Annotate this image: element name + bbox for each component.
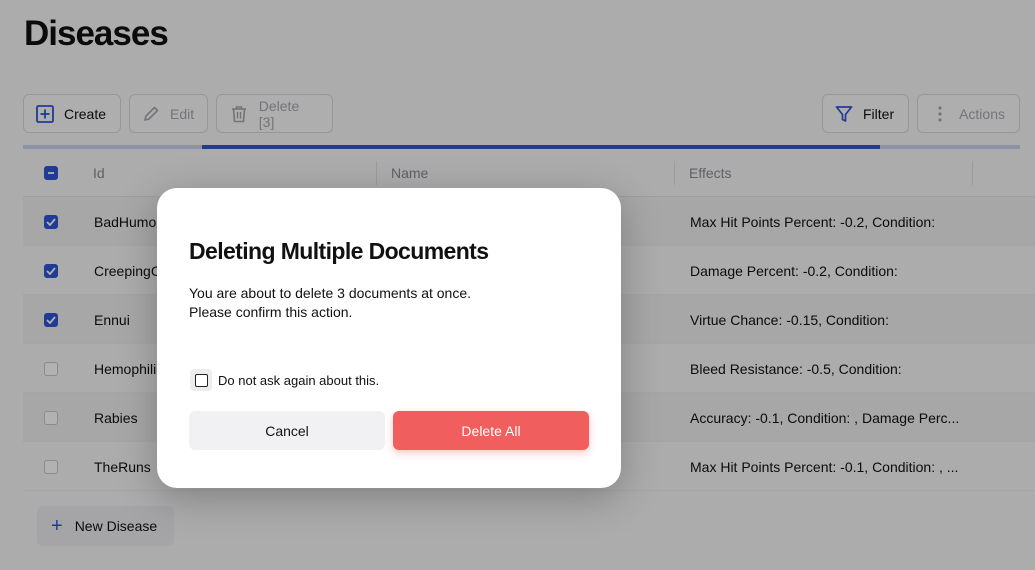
dialog-message: You are about to delete 3 documents at o… bbox=[189, 284, 471, 322]
delete-confirm-dialog: Deleting Multiple Documents You are abou… bbox=[157, 188, 621, 488]
checkbox-box bbox=[190, 369, 212, 391]
dialog-title: Deleting Multiple Documents bbox=[189, 238, 489, 264]
dont-ask-again-checkbox[interactable]: Do not ask again about this. bbox=[190, 369, 379, 391]
dont-ask-again-label: Do not ask again about this. bbox=[218, 372, 380, 388]
delete-all-button[interactable]: Delete All bbox=[393, 411, 589, 450]
dialog-message-line2: Please confirm this action. bbox=[189, 304, 353, 320]
cancel-button[interactable]: Cancel bbox=[189, 411, 385, 450]
dialog-message-line1: You are about to delete 3 documents at o… bbox=[189, 285, 472, 301]
